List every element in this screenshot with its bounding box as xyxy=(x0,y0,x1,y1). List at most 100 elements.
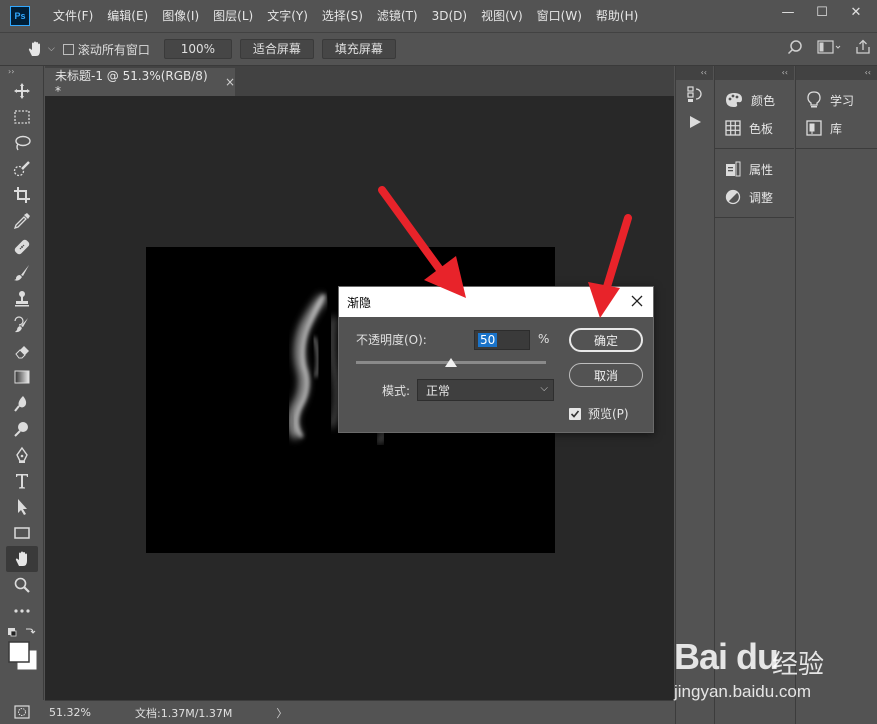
minimize-button[interactable]: — xyxy=(771,0,805,24)
menu-bar: Ps 文件(F) 编辑(E) 图像(I) 图层(L) 文字(Y) 选择(S) 滤… xyxy=(0,0,877,32)
preview-checkbox[interactable]: 预览(P) xyxy=(569,405,629,422)
baidu-jingyan-watermark: Bai du 经验 jingyan.baidu.com xyxy=(672,630,872,710)
panel-icon-strip: ‹‹ xyxy=(675,66,713,724)
ok-button[interactable]: 确定 xyxy=(569,328,643,352)
menu-view[interactable]: 视图(V) xyxy=(474,0,530,32)
cancel-button[interactable]: 取消 xyxy=(569,363,643,387)
menu-help[interactable]: 帮助(H) xyxy=(589,0,645,32)
opacity-slider-thumb[interactable] xyxy=(445,358,457,367)
fade-dialog: 渐隐 不透明度(O): 50 % 模式: 正常 ⌵ 确定 取消 预览(P) xyxy=(338,286,654,433)
brush-tool-icon[interactable] xyxy=(0,260,44,286)
panel-properties-label: 属性 xyxy=(749,162,774,177)
search-icon[interactable] xyxy=(787,39,803,55)
panel-dock-learn: ‹‹ 学习 库 xyxy=(795,66,877,724)
panel-color[interactable]: 颜色 xyxy=(715,86,794,114)
healing-brush-tool-icon[interactable] xyxy=(0,234,44,260)
panel-dock-color: ‹‹ 颜色 色板 属性 调整 xyxy=(714,66,794,724)
panel-swatches[interactable]: 色板 xyxy=(715,114,794,142)
properties-icon xyxy=(726,161,741,177)
close-window-button[interactable]: ✕ xyxy=(839,0,873,24)
col1-collapse-icon[interactable]: ‹‹ xyxy=(715,66,794,80)
more-tools-icon[interactable] xyxy=(0,598,44,624)
preset-chevron-down-icon[interactable]: ⌵ xyxy=(48,44,55,54)
history-brush-tool-icon[interactable] xyxy=(0,312,44,338)
blur-tool-icon[interactable] xyxy=(0,390,44,416)
menu-filter[interactable]: 滤镜(T) xyxy=(370,0,425,32)
tools-panel: ›› xyxy=(0,66,44,724)
maximize-button[interactable]: ☐ xyxy=(805,0,839,24)
menu-select[interactable]: 选择(S) xyxy=(315,0,370,32)
panel-adjustments[interactable]: 调整 xyxy=(715,183,794,211)
actions-play-icon[interactable] xyxy=(676,108,713,136)
path-selection-tool-icon[interactable] xyxy=(0,494,44,520)
document-tab-title: 未标题-1 @ 51.3%(RGB/8) * xyxy=(55,68,208,98)
color-swatches[interactable] xyxy=(0,624,44,682)
panel-learn-label: 学习 xyxy=(830,93,855,108)
marquee-tool-icon[interactable] xyxy=(0,104,44,130)
document-tabbar: 未标题-1 @ 51.3%(RGB/8) * × xyxy=(45,66,674,98)
gradient-tool-icon[interactable] xyxy=(0,364,44,390)
menu-edit[interactable]: 编辑(E) xyxy=(100,0,155,32)
type-tool-icon[interactable] xyxy=(0,468,44,494)
dialog-titlebar[interactable]: 渐隐 xyxy=(339,287,653,317)
pen-tool-icon[interactable] xyxy=(0,442,44,468)
scroll-all-windows-label: 滚动所有窗口 xyxy=(77,42,150,57)
hand-tool-icon[interactable] xyxy=(6,546,38,572)
quick-mask-icon[interactable] xyxy=(0,700,44,724)
rectangle-tool-icon[interactable] xyxy=(0,520,44,546)
hand-tool-preset-icon[interactable] xyxy=(24,38,46,60)
panel-properties[interactable]: 属性 xyxy=(715,155,794,183)
zoom-100-button[interactable]: 100% xyxy=(163,39,232,59)
menu-3d[interactable]: 3D(D) xyxy=(425,0,474,32)
opacity-unit: % xyxy=(538,332,550,346)
clone-stamp-tool-icon[interactable] xyxy=(0,286,44,312)
opacity-label: 不透明度(O): xyxy=(356,333,427,347)
status-zoom[interactable]: 51.32% xyxy=(49,706,101,719)
dialog-title: 渐隐 xyxy=(347,295,372,310)
fit-screen-button[interactable]: 适合屏幕 xyxy=(239,39,314,59)
panel-libraries[interactable]: 库 xyxy=(796,114,877,142)
opacity-input[interactable]: 50 xyxy=(474,330,530,350)
menu-file[interactable]: 文件(F) xyxy=(46,0,100,32)
palette-icon xyxy=(726,93,742,107)
document-tab[interactable]: 未标题-1 @ 51.3%(RGB/8) * × xyxy=(45,68,235,98)
workspace-icon[interactable] xyxy=(817,39,841,55)
menu-type[interactable]: 文字(Y) xyxy=(260,0,315,32)
checkbox-box[interactable] xyxy=(62,43,74,55)
mode-label: 模式: xyxy=(382,384,411,398)
menu-image[interactable]: 图像(I) xyxy=(155,0,206,32)
share-icon[interactable] xyxy=(855,39,871,55)
mode-select[interactable]: 正常 ⌵ xyxy=(417,379,554,401)
close-tab-icon[interactable]: × xyxy=(225,75,235,89)
zoom-tool-icon[interactable] xyxy=(0,572,44,598)
mode-value: 正常 xyxy=(426,383,451,398)
menu-layer[interactable]: 图层(L) xyxy=(206,0,260,32)
chevron-down-icon: ⌵ xyxy=(540,383,548,394)
panel-color-label: 颜色 xyxy=(751,93,776,108)
status-expand-icon[interactable]: 〉 xyxy=(276,705,287,721)
quick-select-tool-icon[interactable] xyxy=(0,156,44,182)
history-panel-icon[interactable] xyxy=(676,80,713,108)
options-bar: ⌵ 滚动所有窗口 100% 适合屏幕 填充屏幕 xyxy=(0,32,877,66)
col2-collapse-icon[interactable]: ‹‹ xyxy=(796,66,877,80)
close-icon[interactable] xyxy=(629,293,645,309)
menu-window[interactable]: 窗口(W) xyxy=(530,0,589,32)
lightbulb-icon xyxy=(807,91,821,108)
preview-label: 预览(P) xyxy=(588,407,629,421)
lasso-tool-icon[interactable] xyxy=(0,130,44,156)
panel-learn[interactable]: 学习 xyxy=(796,86,877,114)
move-tool-icon[interactable] xyxy=(0,78,44,104)
adjust-icon xyxy=(725,189,741,205)
swap-colors-icon xyxy=(26,628,36,634)
crop-tool-icon[interactable] xyxy=(0,182,44,208)
checkmark-icon[interactable] xyxy=(569,407,581,420)
strip-collapse-icon[interactable]: ‹‹ xyxy=(676,66,713,80)
panel-libraries-label: 库 xyxy=(830,121,843,136)
eyedropper-tool-icon[interactable] xyxy=(0,208,44,234)
eraser-tool-icon[interactable] xyxy=(0,338,44,364)
dodge-tool-icon[interactable] xyxy=(0,416,44,442)
toolbar-collapse-icon[interactable]: ›› xyxy=(0,66,43,78)
scroll-all-windows-checkbox[interactable]: 滚动所有窗口 xyxy=(62,41,150,58)
fill-screen-button[interactable]: 填充屏幕 xyxy=(321,39,396,59)
opacity-value[interactable]: 50 xyxy=(478,333,498,347)
